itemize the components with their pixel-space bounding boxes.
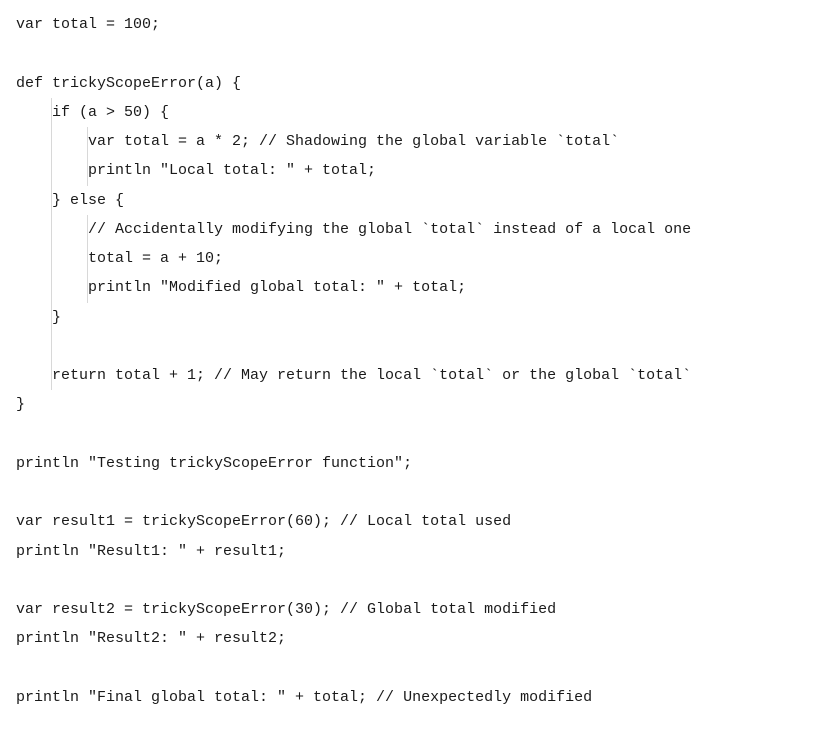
code-line: var total = 100; bbox=[16, 10, 805, 39]
code-line: } bbox=[16, 390, 805, 419]
code-line bbox=[16, 478, 805, 507]
code-line: } bbox=[16, 303, 805, 332]
code-line: def trickyScopeError(a) { bbox=[16, 69, 805, 98]
code-line: // Accidentally modifying the global `to… bbox=[16, 215, 805, 244]
code-line: var result1 = trickyScopeError(60); // L… bbox=[16, 507, 805, 536]
code-line: println "Final global total: " + total; … bbox=[16, 683, 805, 712]
code-line bbox=[16, 566, 805, 595]
code-line: if (a > 50) { bbox=[16, 98, 805, 127]
code-line: println "Result2: " + result2; bbox=[16, 624, 805, 653]
code-line bbox=[16, 39, 805, 68]
code-line: println "Testing trickyScopeError functi… bbox=[16, 449, 805, 478]
code-line: var total = a * 2; // Shadowing the glob… bbox=[16, 127, 805, 156]
code-line: var result2 = trickyScopeError(30); // G… bbox=[16, 595, 805, 624]
code-line: } else { bbox=[16, 186, 805, 215]
code-line bbox=[16, 420, 805, 449]
code-line bbox=[16, 332, 805, 361]
code-line: return total + 1; // May return the loca… bbox=[16, 361, 805, 390]
code-block: var total = 100; def trickyScopeError(a) … bbox=[16, 10, 805, 712]
code-line bbox=[16, 654, 805, 683]
code-line: println "Local total: " + total; bbox=[16, 156, 805, 185]
code-line: total = a + 10; bbox=[16, 244, 805, 273]
code-line: println "Result1: " + result1; bbox=[16, 537, 805, 566]
code-line: println "Modified global total: " + tota… bbox=[16, 273, 805, 302]
